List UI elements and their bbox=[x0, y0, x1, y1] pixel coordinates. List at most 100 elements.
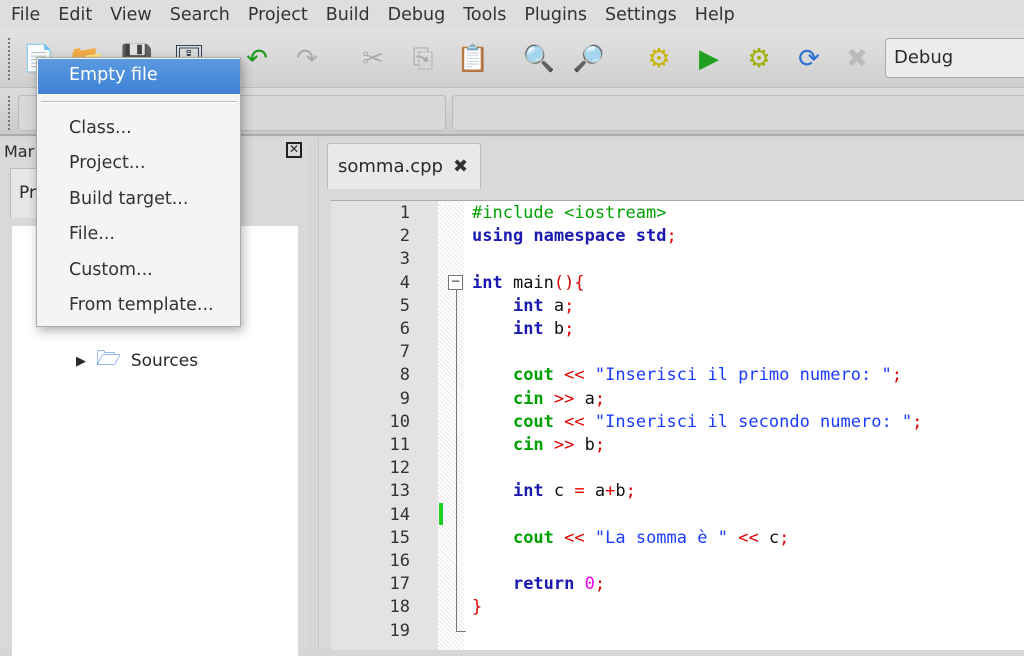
line-number: 8 bbox=[399, 365, 410, 386]
line-number: 10 bbox=[389, 411, 410, 432]
panel-title: Mar bbox=[4, 142, 35, 161]
code-token: cout bbox=[512, 411, 554, 432]
menubar: File Edit View Search Project Build Debug Tools… bbox=[0, 0, 1024, 30]
menu-item-empty-file[interactable]: Empty file bbox=[38, 59, 240, 94]
code-line: int a; bbox=[472, 296, 574, 316]
code-line: #include <iostream> bbox=[472, 203, 666, 223]
code-line: int main(){ bbox=[472, 273, 585, 293]
code-line: cin >> a; bbox=[472, 389, 605, 409]
menu-item-project[interactable]: Project... bbox=[69, 153, 146, 173]
function-combo[interactable] bbox=[452, 95, 1024, 131]
code-line: int c = a+b; bbox=[472, 481, 636, 501]
menu-item-from-template[interactable]: From template... bbox=[69, 295, 214, 315]
line-number: 19 bbox=[389, 620, 410, 641]
code-token: int bbox=[472, 272, 503, 293]
code-editor[interactable]: 1 2 3 4 5 6 7 8 9 10 11 12 13 14 15 16 17 18 19 − #include… bbox=[331, 200, 1024, 650]
copy-icon[interactable]: ⎘ bbox=[406, 42, 440, 76]
line-number-gutter: 1 2 3 4 5 6 7 8 9 10 11 12 13 14 15 16 17 18 19 bbox=[331, 201, 438, 650]
close-icon[interactable]: ✕ bbox=[286, 142, 302, 158]
replace-icon[interactable]: 🔎 bbox=[572, 42, 606, 76]
menu-tools[interactable]: Tools bbox=[454, 5, 515, 25]
code-token: 0 bbox=[584, 574, 595, 595]
code-line: using namespace std; bbox=[472, 226, 677, 246]
fold-collapse-icon[interactable]: − bbox=[448, 275, 463, 290]
code-token: int bbox=[512, 319, 544, 339]
menu-item-build-target[interactable]: Build target... bbox=[69, 189, 188, 209]
expand-arrow-icon[interactable]: ▶ bbox=[76, 354, 86, 369]
code-token: b bbox=[543, 319, 565, 339]
menu-debug[interactable]: Debug bbox=[379, 5, 455, 25]
code-token: = bbox=[574, 481, 585, 502]
fold-line bbox=[456, 283, 457, 631]
line-number: 2 bbox=[399, 226, 410, 247]
paste-icon[interactable]: 📋 bbox=[456, 42, 490, 76]
code-token: ; bbox=[594, 388, 606, 409]
menu-project[interactable]: Project bbox=[239, 5, 317, 25]
menu-edit[interactable]: Edit bbox=[49, 5, 101, 25]
line-number: 5 bbox=[399, 295, 410, 316]
redo-icon[interactable]: ↷ bbox=[290, 42, 324, 76]
menu-plugins[interactable]: Plugins bbox=[515, 5, 596, 25]
code-token: ; bbox=[891, 365, 902, 386]
close-tab-icon[interactable]: ✖ bbox=[453, 156, 468, 177]
code-token: int bbox=[512, 481, 544, 502]
code-token: << bbox=[564, 411, 585, 432]
menu-item-file[interactable]: File... bbox=[69, 224, 115, 244]
menu-file[interactable]: File bbox=[2, 5, 49, 25]
code-token: ; bbox=[912, 411, 923, 432]
code-token: >> bbox=[553, 435, 575, 455]
menu-settings[interactable]: Settings bbox=[596, 5, 686, 25]
undo-icon[interactable]: ↶ bbox=[240, 42, 274, 76]
marker-margin bbox=[438, 201, 464, 650]
toolbar-grip[interactable] bbox=[8, 96, 14, 130]
code-token: "Inserisci il primo numero: " bbox=[594, 365, 892, 386]
code-line: int b; bbox=[472, 319, 574, 339]
line-number: 1 bbox=[399, 203, 410, 223]
code-token: << bbox=[738, 527, 759, 548]
tree-item-sources[interactable]: ▶ 🗁 Sources bbox=[76, 344, 198, 378]
line-number: 11 bbox=[389, 435, 410, 455]
build-run-icon[interactable]: ⚙ bbox=[742, 42, 776, 76]
line-number: 6 bbox=[399, 319, 410, 339]
build-target-select[interactable]: Debug bbox=[885, 38, 1024, 78]
menu-view[interactable]: View bbox=[101, 5, 161, 25]
line-number: 3 bbox=[399, 249, 410, 270]
cut-icon[interactable]: ✂ bbox=[356, 42, 390, 76]
code-token: ; bbox=[625, 481, 636, 502]
new-file-menu: Empty file Class... Project... Build tar… bbox=[36, 57, 241, 327]
menu-item-class[interactable]: Class... bbox=[69, 118, 132, 138]
editor-pane: somma.cpp ✖ 1 2 3 4 5 6 7 8 9 10 11 12 13 14 15 16 17 18 1… bbox=[318, 138, 1024, 650]
code-token: b bbox=[615, 481, 626, 502]
code-token: "La somma è " bbox=[594, 527, 728, 548]
build-icon[interactable]: ⚙ bbox=[642, 42, 676, 76]
code-token: cin bbox=[512, 388, 544, 409]
run-icon[interactable]: ▶ bbox=[692, 42, 726, 76]
line-number: 16 bbox=[389, 551, 410, 571]
abort-icon[interactable]: ✖ bbox=[840, 42, 874, 76]
menu-search[interactable]: Search bbox=[161, 5, 239, 25]
change-marker bbox=[439, 503, 443, 525]
folder-icon: 🗁 bbox=[96, 346, 121, 370]
code-token: ; bbox=[564, 295, 575, 316]
code-token: using namespace std bbox=[472, 226, 667, 247]
line-number: 9 bbox=[399, 388, 410, 409]
code-token: return bbox=[512, 574, 575, 595]
menu-build[interactable]: Build bbox=[317, 5, 379, 25]
toolbar-grip[interactable] bbox=[8, 38, 14, 80]
code-token: >> bbox=[553, 388, 575, 409]
find-icon[interactable]: 🔍 bbox=[522, 42, 556, 76]
menu-item-custom[interactable]: Custom... bbox=[69, 260, 153, 280]
menu-help[interactable]: Help bbox=[686, 5, 744, 25]
rebuild-icon[interactable]: ⟳ bbox=[792, 42, 826, 76]
tab-somma-cpp[interactable]: somma.cpp ✖ bbox=[327, 143, 481, 189]
